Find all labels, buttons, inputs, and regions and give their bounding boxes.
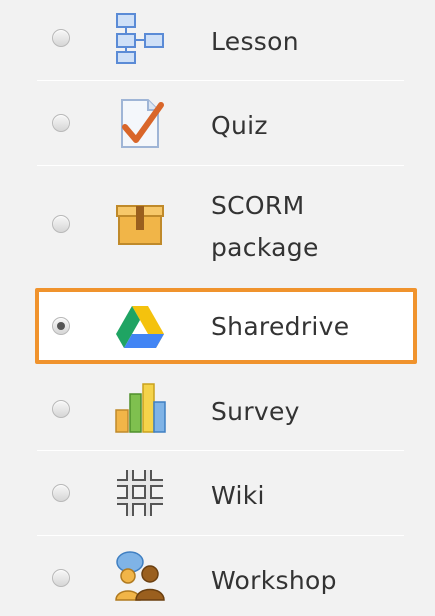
radio-workshop[interactable] <box>52 569 70 587</box>
radio-wiki[interactable] <box>52 484 70 502</box>
google-drive-icon <box>116 306 164 348</box>
radio-lesson[interactable] <box>52 29 70 47</box>
scorm-package-icon <box>116 205 164 245</box>
wiki-icon <box>117 470 163 516</box>
list-item-lesson[interactable]: Lesson <box>0 0 435 80</box>
workshop-icon <box>115 551 165 601</box>
activity-label: Workshop <box>211 566 337 595</box>
list-item-survey[interactable]: Survey <box>0 370 435 450</box>
radio-quiz[interactable] <box>52 114 70 132</box>
radio-sharedrive[interactable] <box>52 317 70 335</box>
radio-survey[interactable] <box>52 400 70 418</box>
list-item-workshop[interactable]: Workshop <box>0 536 435 616</box>
radio-scorm-package[interactable] <box>52 215 70 233</box>
activity-label: Wiki <box>211 481 265 510</box>
list-item-wiki[interactable]: Wiki <box>0 451 435 535</box>
activity-label: Quiz <box>211 111 268 140</box>
list-item-sharedrive[interactable]: Sharedrive <box>0 292 435 360</box>
survey-icon <box>115 383 166 433</box>
list-item-scorm-package[interactable]: SCORM package <box>0 166 435 284</box>
activity-chooser-list: Lesson Quiz SCORM package Sharedrive Sur… <box>0 0 435 616</box>
activity-label: Sharedrive <box>211 312 350 341</box>
lesson-icon <box>116 13 164 64</box>
quiz-icon <box>121 99 164 148</box>
activity-label: Survey <box>211 397 300 426</box>
activity-label-line-1: SCORM <box>211 191 305 220</box>
list-item-quiz[interactable]: Quiz <box>0 81 435 165</box>
activity-label-line-2: package <box>211 233 319 262</box>
activity-label: Lesson <box>211 27 299 56</box>
